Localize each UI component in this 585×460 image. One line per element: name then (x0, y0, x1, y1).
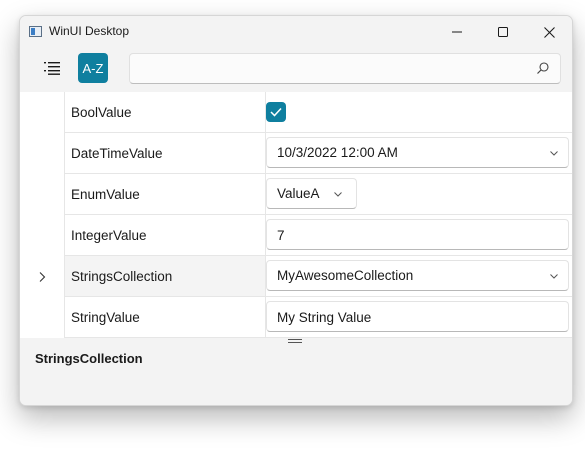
property-name: StringValue (71, 310, 140, 325)
row-gutter (20, 215, 64, 256)
description-panel: StringsCollection (20, 338, 572, 405)
integer-input[interactable] (277, 226, 557, 244)
string-input[interactable] (277, 308, 557, 326)
property-row-stringscollection: StringsCollection MyAwesomeCollection (20, 256, 572, 297)
property-grid: BoolValue DateTimeValue 10/3/2022 12:00 … (20, 92, 572, 338)
close-icon (543, 26, 555, 38)
combobox-value: ValueA (277, 186, 320, 201)
row-gutter (20, 92, 64, 133)
collection-combobox[interactable]: MyAwesomeCollection (266, 260, 569, 291)
property-name: DateTimeValue (71, 146, 163, 161)
property-row-boolvalue: BoolValue (20, 92, 572, 133)
search-box[interactable] (129, 53, 561, 84)
combobox-value: 10/3/2022 12:00 AM (277, 145, 398, 160)
row-gutter (20, 297, 64, 338)
expand-toggle[interactable] (20, 256, 64, 297)
row-gutter (20, 133, 64, 174)
app-icon (29, 26, 42, 37)
chevron-down-icon (550, 151, 558, 156)
row-gutter (20, 174, 64, 215)
maximize-button[interactable] (480, 16, 526, 48)
app-window: WinUI Desktop A-Z BoolValue DateTimeValu… (19, 15, 573, 406)
checkmark-icon (270, 107, 282, 117)
enum-combobox[interactable]: ValueA (266, 178, 357, 209)
list-icon (44, 62, 60, 75)
minimize-icon (452, 31, 462, 33)
property-name: IntegerValue (71, 228, 147, 243)
chevron-down-icon (550, 274, 558, 279)
property-name-cell[interactable]: StringsCollection (64, 256, 266, 297)
property-name-cell[interactable]: BoolValue (64, 92, 266, 133)
datetime-combobox[interactable]: 10/3/2022 12:00 AM (266, 137, 569, 168)
property-name-cell[interactable]: DateTimeValue (64, 133, 266, 174)
search-icon[interactable] (536, 61, 550, 75)
property-value-cell (265, 215, 572, 256)
property-name-cell[interactable]: EnumValue (64, 174, 266, 215)
property-name-cell[interactable]: StringValue (64, 297, 266, 338)
close-button[interactable] (526, 16, 572, 48)
splitter-grip[interactable] (288, 339, 302, 345)
categorized-view-button[interactable] (37, 53, 67, 83)
property-row-stringvalue: StringValue (20, 297, 572, 338)
property-name: StringsCollection (71, 269, 173, 284)
property-value-cell: 10/3/2022 12:00 AM (265, 133, 572, 174)
property-row-enumvalue: EnumValue ValueA (20, 174, 572, 215)
property-name: BoolValue (71, 105, 132, 120)
property-row-integervalue: IntegerValue (20, 215, 572, 256)
property-value-cell: ValueA (265, 174, 572, 215)
description-title: StringsCollection (35, 351, 143, 366)
property-value-cell: MyAwesomeCollection (265, 256, 572, 297)
chevron-right-icon (39, 271, 46, 282)
title-bar[interactable]: WinUI Desktop (20, 16, 572, 48)
combobox-value: MyAwesomeCollection (277, 268, 414, 283)
string-textbox[interactable] (266, 301, 569, 332)
minimize-button[interactable] (434, 16, 480, 48)
property-value-cell (265, 297, 572, 338)
window-title: WinUI Desktop (49, 24, 130, 38)
chevron-down-icon (334, 192, 342, 197)
bool-value-checkbox[interactable] (266, 102, 286, 122)
property-name-cell[interactable]: IntegerValue (64, 215, 266, 256)
maximize-icon (498, 27, 508, 37)
integer-textbox[interactable] (266, 219, 569, 250)
property-row-datetimevalue: DateTimeValue 10/3/2022 12:00 AM (20, 133, 572, 174)
property-grid-toolbar: A-Z (20, 48, 572, 92)
alphabetical-view-button[interactable]: A-Z (78, 53, 108, 83)
search-input[interactable] (138, 60, 522, 80)
property-value-cell (265, 92, 572, 133)
property-name: EnumValue (71, 187, 140, 202)
